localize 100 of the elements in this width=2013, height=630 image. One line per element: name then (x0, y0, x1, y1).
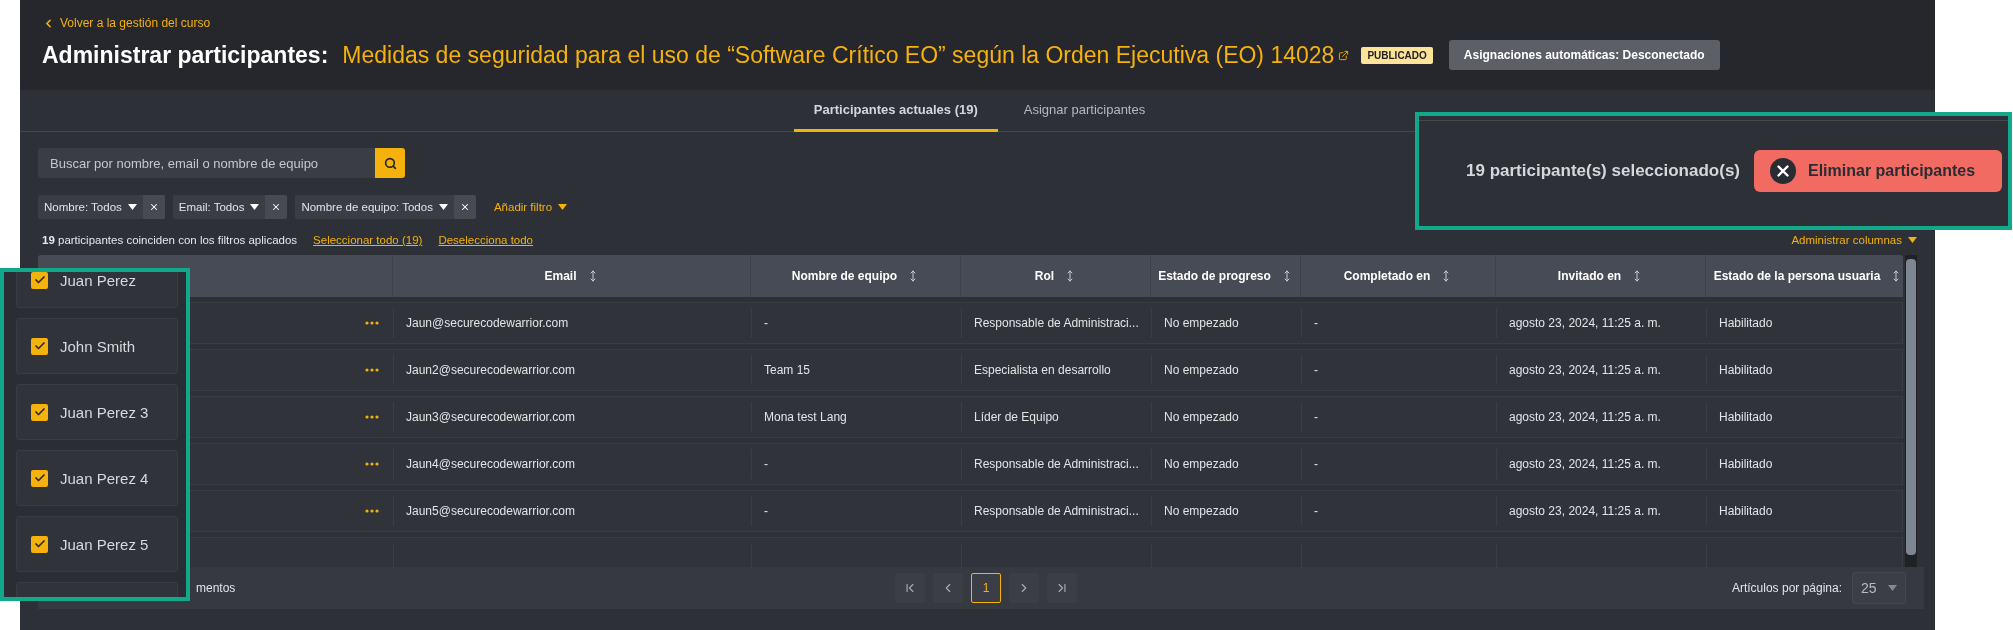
close-icon (148, 201, 159, 213)
checkbox[interactable] (31, 272, 48, 289)
more-icon[interactable] (365, 509, 379, 513)
per-page-label: Artículos por página: (1731, 581, 1842, 595)
auto-assign-button[interactable]: Asignaciones automáticas: Desconectado (1448, 40, 1720, 70)
column-header[interactable]: Nombre de equipo (791, 269, 898, 283)
filter-dropdown[interactable]: Email: Todos (172, 195, 266, 219)
table-cell: - (1314, 316, 1318, 330)
back-link[interactable]: Volver a la gestión del curso (42, 16, 211, 30)
caret-icon (558, 204, 568, 210)
table-cell: agosto 23, 2024, 11:25 a. m. (1509, 504, 1661, 518)
table-cell: Responsable de Administraci... (974, 457, 1139, 471)
manage-columns-button[interactable]: Administrar columnas (1791, 234, 1917, 246)
search-field[interactable]: Buscar por nombre, email o nombre de equipo (38, 148, 375, 178)
table-cell: Mona test Lang (764, 410, 847, 424)
caret-icon (127, 204, 137, 210)
checkbox[interactable] (31, 337, 48, 355)
add-filter-button[interactable]: Añadir filtro (487, 200, 574, 214)
table-cell: Responsable de Administraci... (974, 316, 1139, 330)
table-cell: - (1314, 363, 1318, 377)
table-cell: agosto 23, 2024, 11:25 a. m. (1509, 316, 1661, 330)
check-icon (33, 406, 46, 418)
first-page-icon (903, 581, 917, 595)
deselect-all-link[interactable]: Deselecciona todo (438, 234, 533, 246)
last-page-icon (1055, 581, 1069, 595)
column-header[interactable]: Email (544, 269, 577, 283)
tab[interactable]: Asignar participantes (1003, 90, 1166, 132)
page-title: Administrar participantes: (42, 41, 329, 69)
filter-dropdown[interactable]: Nombre de equipo: Todos (295, 195, 454, 219)
checkbox[interactable] (31, 469, 48, 487)
caret-icon (1908, 237, 1917, 243)
participant-name: Juan Perez (60, 272, 136, 289)
table-cell: Jaun@securecodewarrior.com (406, 316, 569, 330)
more-icon[interactable] (365, 415, 379, 419)
course-link[interactable]: Medidas de seguridad para el uso de “Software Crítico EO” según la Orden Ejecutiva (EO) 14028 (342, 41, 1335, 69)
per-page-select[interactable]: 25 (1852, 572, 1906, 604)
check-icon (33, 472, 46, 484)
caret-icon (1888, 585, 1897, 591)
last-page-button[interactable] (1047, 573, 1077, 603)
caret-icon (250, 204, 260, 210)
selection-count: 19 participante(s) seleccionado(s) (1466, 161, 1740, 181)
close-icon (271, 201, 282, 213)
check-icon (33, 274, 46, 286)
table-cell: No empezado (1164, 410, 1239, 424)
scrollbar[interactable] (1905, 255, 1917, 567)
table-cell: Habilitado (1719, 504, 1773, 518)
table-cell: Jaun5@securecodewarrior.com (406, 504, 575, 518)
match-summary: 19 participantes coinciden con los filtros aplicados (42, 234, 298, 246)
more-icon[interactable] (365, 368, 379, 372)
status-badge: PUBLICADO (1361, 46, 1433, 64)
column-header[interactable]: Estado de progreso (1158, 269, 1271, 283)
close-circle-icon (1770, 158, 1796, 184)
filter-dropdown[interactable]: Nombre: Todos (38, 195, 143, 219)
remove-filter-button[interactable] (265, 195, 288, 219)
table-cell: No empezado (1164, 457, 1239, 471)
table-cell: - (1314, 410, 1318, 424)
participant-name: Juan Perez 5 (60, 535, 149, 553)
close-icon (459, 201, 470, 213)
caret-icon (438, 204, 448, 210)
table-cell: - (1314, 457, 1318, 471)
table-cell: No empezado (1164, 363, 1239, 377)
table-cell: - (764, 457, 768, 471)
checkbox[interactable] (31, 535, 48, 553)
table-cell: - (764, 316, 768, 330)
external-link-icon (1338, 49, 1350, 61)
remove-filter-button[interactable] (453, 195, 476, 219)
table-cell: Habilitado (1719, 457, 1773, 471)
table-cell: Habilitado (1719, 410, 1773, 424)
first-page-button[interactable] (895, 573, 925, 603)
select-all-link[interactable]: Seleccionar todo (19) (313, 234, 423, 246)
column-header[interactable]: Invitado en (1557, 269, 1622, 283)
tab[interactable]: Participantes actuales (19) (793, 90, 998, 132)
table-cell: Habilitado (1719, 363, 1773, 377)
table-cell: Jaun2@securecodewarrior.com (406, 363, 575, 377)
column-header[interactable]: Rol (1034, 269, 1055, 283)
column-header[interactable]: Estado de la persona usuaria (1713, 269, 1881, 283)
table-cell: agosto 23, 2024, 11:25 a. m. (1509, 363, 1661, 377)
participant-name: John Smith (60, 337, 136, 355)
participant-name: Juan Perez 3 (60, 403, 149, 421)
page-button[interactable]: 1 (971, 573, 1001, 603)
check-icon (33, 340, 46, 352)
table-cell: Responsable de Administraci... (974, 504, 1139, 518)
table-cell: Especialista en desarrollo (974, 363, 1111, 377)
table-cell: Jaun3@securecodewarrior.com (406, 410, 575, 424)
remove-participants-button[interactable]: Eliminar participantes (1754, 150, 2002, 192)
remove-filter-button[interactable] (142, 195, 165, 219)
table-cell: agosto 23, 2024, 11:25 a. m. (1509, 410, 1661, 424)
checkbox[interactable] (31, 403, 48, 421)
check-icon (33, 538, 46, 550)
table-cell: agosto 23, 2024, 11:25 a. m. (1509, 457, 1661, 471)
table-cell: Team 15 (764, 363, 811, 377)
more-icon[interactable] (365, 321, 379, 325)
table-cell: Jaun4@securecodewarrior.com (406, 457, 575, 471)
column-header[interactable]: Completado en (1343, 269, 1431, 283)
participant-name: Juan Perez 4 (60, 469, 149, 487)
table-cell: Líder de Equipo (974, 410, 1059, 424)
table-cell: No empezado (1164, 504, 1239, 518)
table-cell: - (764, 504, 768, 518)
more-icon[interactable] (365, 462, 379, 466)
search-button[interactable] (375, 148, 405, 178)
